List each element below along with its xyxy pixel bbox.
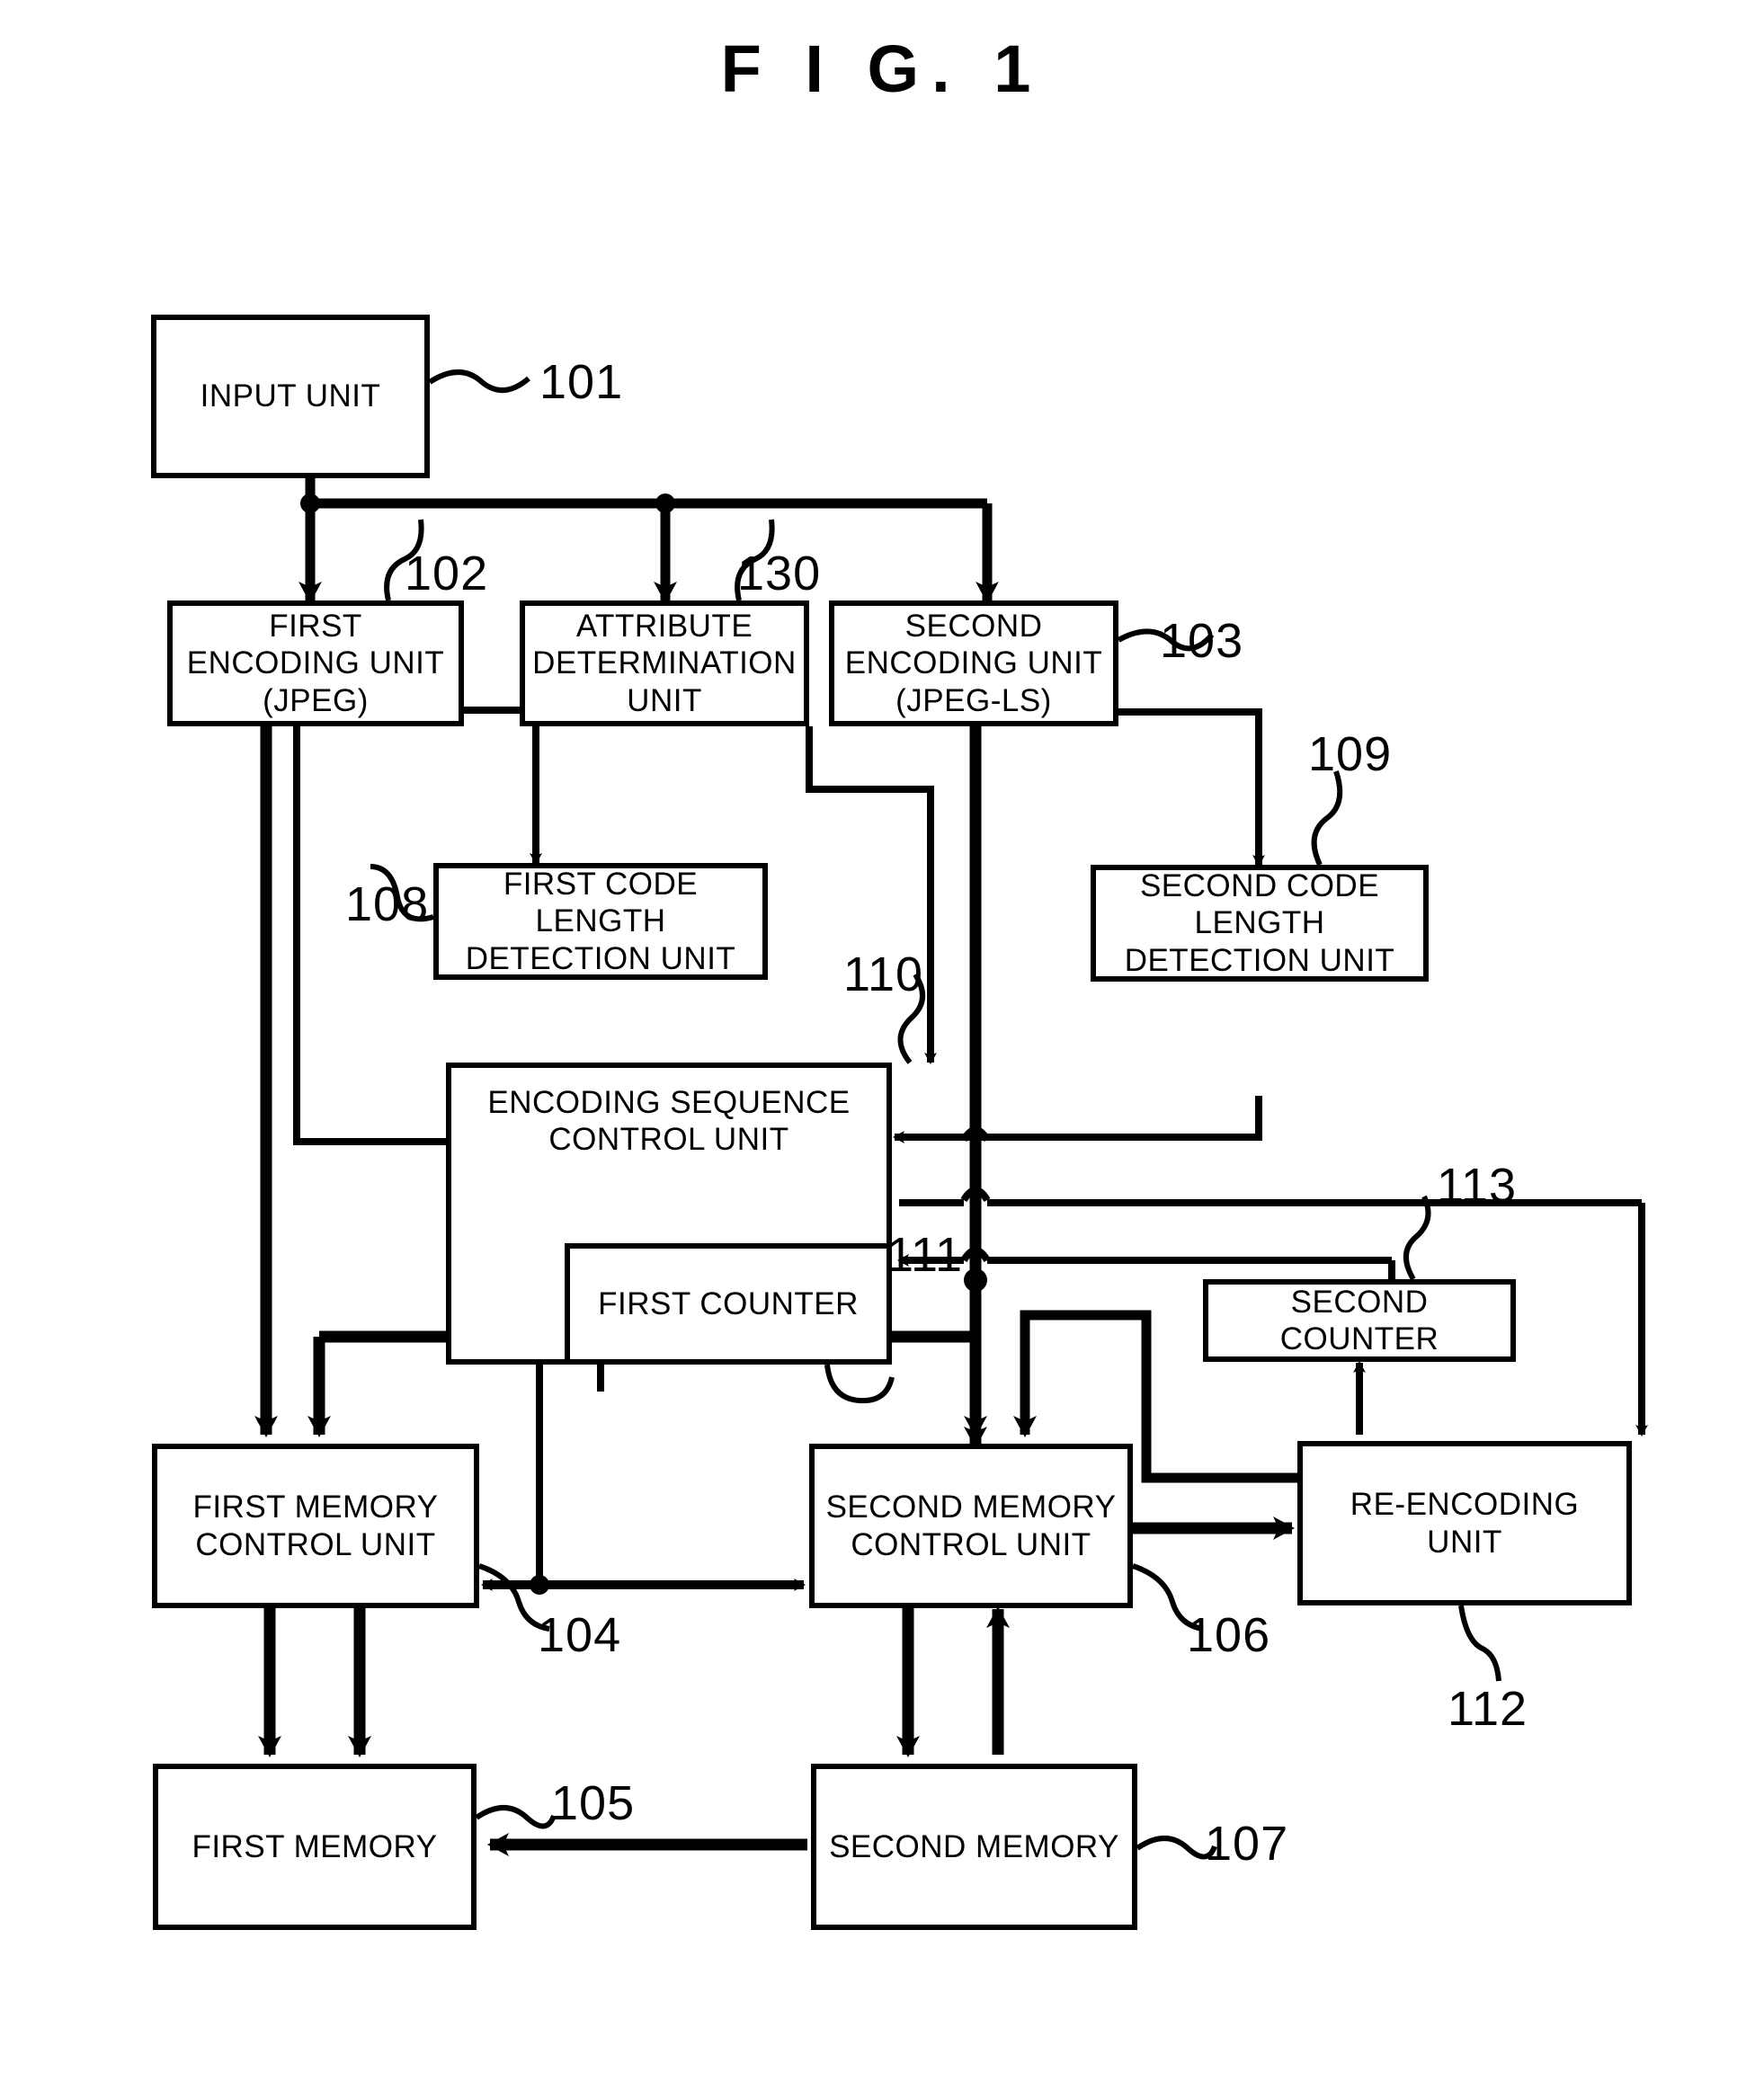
second-encoding-unit-line2: ENCODING UNIT <box>844 645 1103 681</box>
block-attribute-determination-unit[interactable]: ATTRIBUTE DETERMINATION UNIT <box>520 600 809 726</box>
re-encoding-unit-line2: UNIT <box>1427 1524 1502 1560</box>
second-encoding-unit-line1: SECOND <box>904 609 1043 645</box>
block-second-encoding-unit[interactable]: SECOND ENCODING UNIT (JPEG-LS) <box>829 600 1118 726</box>
block-first-memory-control-unit[interactable]: FIRST MEMORY CONTROL UNIT <box>152 1444 479 1608</box>
first-encoding-unit-line2: ENCODING UNIT <box>186 645 445 681</box>
block-second-counter[interactable]: SECOND COUNTER <box>1203 1279 1516 1362</box>
leader-109 <box>1311 770 1343 867</box>
leader-113 <box>1403 1195 1431 1281</box>
ref-109: 109 <box>1308 727 1393 781</box>
ref-110: 110 <box>843 947 924 1001</box>
first-code-length-line3: DETECTION UNIT <box>465 940 736 976</box>
second-code-length-line3: DETECTION UNIT <box>1124 942 1395 978</box>
ref-103: 103 <box>1160 614 1244 668</box>
block-input-unit-label: INPUT UNIT <box>200 378 381 414</box>
first-code-length-line2: LENGTH <box>535 903 666 939</box>
re-encoding-unit-line1: RE-ENCODING <box>1350 1487 1580 1523</box>
block-first-memory[interactable]: FIRST MEMORY <box>153 1764 477 1930</box>
first-encoding-unit-line3: (JPEG) <box>263 682 369 718</box>
block-first-counter[interactable]: FIRST COUNTER <box>565 1243 892 1365</box>
ref-108: 108 <box>345 877 430 931</box>
block-input-unit[interactable]: INPUT UNIT <box>151 315 430 478</box>
page-title: F I G. 1 <box>720 31 1044 106</box>
second-code-length-line1: SECOND CODE <box>1139 868 1380 904</box>
block-re-encoding-unit[interactable]: RE-ENCODING UNIT <box>1297 1441 1632 1605</box>
second-counter-label: SECOND COUNTER <box>1279 1284 1439 1356</box>
second-encoding-unit-line3: (JPEG-LS) <box>895 682 1052 718</box>
block-second-memory[interactable]: SECOND MEMORY <box>811 1764 1137 1930</box>
attribute-determination-line2: DETERMINATION <box>532 645 797 681</box>
ref-111: 111 <box>886 1228 964 1282</box>
first-memory-control-line2: CONTROL UNIT <box>195 1526 436 1562</box>
ref-101: 101 <box>539 355 624 409</box>
first-memory-label: FIRST MEMORY <box>192 1828 438 1864</box>
first-code-length-line1: FIRST CODE <box>503 867 699 903</box>
block-first-encoding-unit[interactable]: FIRST ENCODING UNIT (JPEG) <box>167 600 464 726</box>
second-memory-control-line1: SECOND MEMORY <box>825 1490 1117 1525</box>
attribute-determination-line1: ATTRIBUTE <box>575 609 753 645</box>
ref-113: 113 <box>1437 1159 1518 1213</box>
leader-107 <box>1136 1836 1217 1860</box>
ref-102: 102 <box>405 547 489 600</box>
first-encoding-unit-line1: FIRST <box>269 609 362 645</box>
attribute-determination-line3: UNIT <box>627 682 702 718</box>
ref-107: 107 <box>1205 1817 1289 1871</box>
leader-112 <box>1458 1605 1501 1682</box>
ref-105: 105 <box>551 1776 636 1830</box>
encoding-sequence-line1: ENCODING SEQUENCE <box>487 1085 851 1120</box>
second-code-length-line2: LENGTH <box>1194 905 1325 941</box>
first-counter-label: FIRST COUNTER <box>598 1285 859 1321</box>
block-second-code-length-detection-unit[interactable]: SECOND CODE LENGTH DETECTION UNIT <box>1091 865 1429 982</box>
encoding-sequence-line2: CONTROL UNIT <box>548 1122 789 1158</box>
first-memory-control-line1: FIRST MEMORY <box>192 1490 439 1525</box>
ref-112: 112 <box>1448 1682 1528 1736</box>
second-memory-control-line2: CONTROL UNIT <box>851 1526 1091 1562</box>
block-second-memory-control-unit[interactable]: SECOND MEMORY CONTROL UNIT <box>809 1444 1133 1608</box>
block-first-code-length-detection-unit[interactable]: FIRST CODE LENGTH DETECTION UNIT <box>433 863 768 980</box>
ref-106: 106 <box>1187 1608 1271 1662</box>
leader-111 <box>824 1364 895 1404</box>
ref-130: 130 <box>737 547 822 600</box>
figure-canvas: F I G. 1 INPUT UNIT 101 FIRST ENCODING U… <box>0 0 1764 2090</box>
leader-101 <box>428 369 530 393</box>
ref-104: 104 <box>538 1608 622 1662</box>
second-memory-label: SECOND MEMORY <box>829 1828 1119 1864</box>
leader-105 <box>475 1805 557 1829</box>
